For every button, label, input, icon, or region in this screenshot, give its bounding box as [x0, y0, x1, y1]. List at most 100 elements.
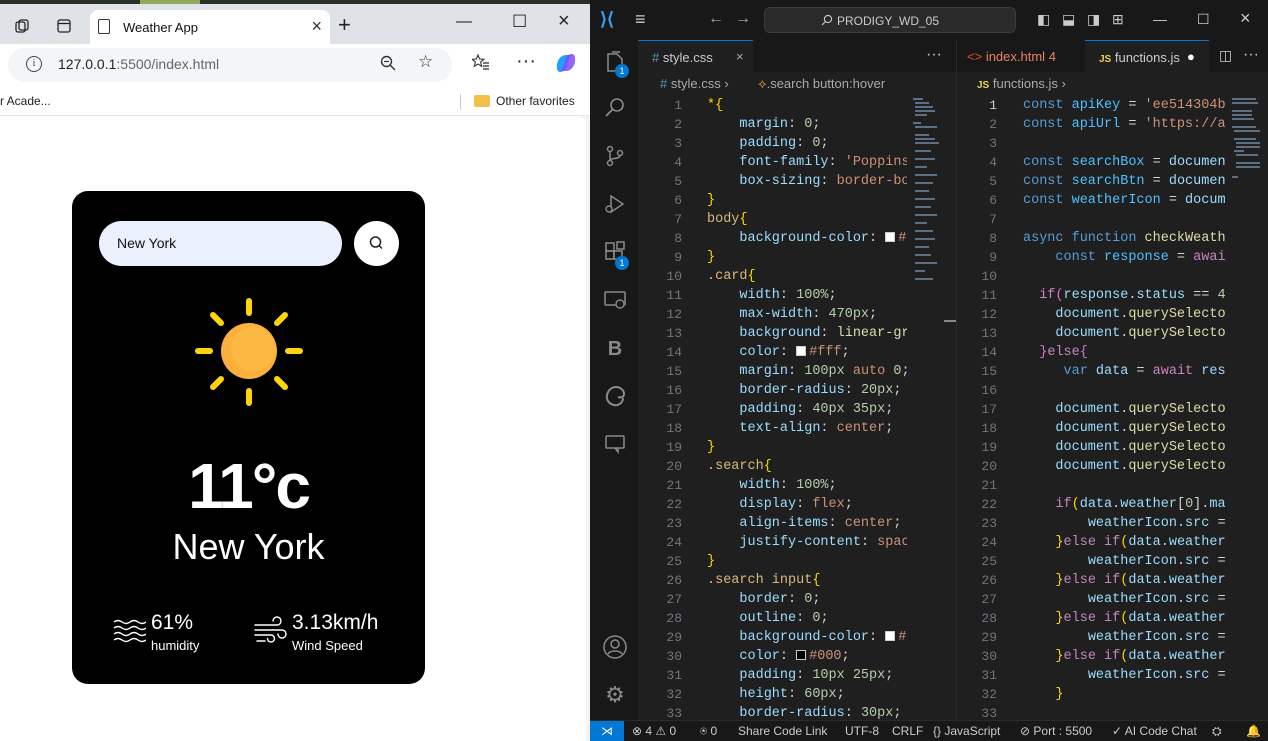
tab-actions-icon[interactable] — [50, 12, 78, 40]
maximize-button[interactable]: ☐ — [512, 12, 527, 32]
breadcrumb-file[interactable]: JS functions.js › — [977, 76, 1066, 91]
notifications-bell-icon[interactable]: 🔔 — [1246, 724, 1261, 738]
close-tab-icon[interactable]: × — [736, 49, 744, 64]
line-number: 6 — [674, 193, 682, 208]
line-number: 32 — [981, 687, 997, 702]
share-code-link[interactable]: Share Code Link — [738, 724, 827, 738]
line-number: 13 — [981, 326, 997, 341]
live-server-port[interactable]: ⊘ Port : 5500 — [1020, 724, 1092, 738]
css-code[interactable]: *{ margin: 0; padding: 0; font-family: '… — [707, 96, 907, 723]
ai-code-chat[interactable]: ✓ AI Code Chat — [1112, 724, 1197, 738]
tab-style-css[interactable]: # style.css × — [638, 40, 753, 72]
encoding[interactable]: UTF-8 — [845, 724, 879, 738]
code-line: .search{ — [707, 459, 772, 474]
code-line: .card{ — [707, 269, 756, 284]
source-control-icon[interactable] — [602, 144, 628, 170]
remote-indicator-icon[interactable]: ⋊ — [590, 721, 624, 741]
line-number: 11 — [666, 288, 682, 303]
close-window-button[interactable]: × — [1240, 8, 1251, 29]
line-number: 25 — [981, 554, 997, 569]
copilot-status-icon[interactable]: ⛭ — [1212, 724, 1222, 739]
color-swatch — [796, 346, 807, 356]
maximize-button[interactable]: ☐ — [1197, 11, 1210, 28]
favorites-icon[interactable] — [470, 53, 490, 75]
city-search-input[interactable]: New York — [99, 221, 342, 266]
unsaved-dot-icon[interactable]: ● — [1187, 49, 1195, 64]
tab-functions-js[interactable]: JS functions.js ● — [1085, 40, 1209, 72]
workspaces-icon[interactable] — [8, 12, 36, 40]
language-mode[interactable]: {} JavaScript — [933, 724, 1000, 738]
run-debug-icon[interactable] — [602, 192, 628, 218]
breadcrumb-selector[interactable]: ⟡.search button:hover — [758, 76, 885, 92]
url-field[interactable]: i 127.0.0.1:5500/index.html ☆ — [8, 48, 452, 82]
line-number: 18 — [666, 421, 682, 436]
minimize-button[interactable]: — — [1153, 11, 1167, 27]
line-number: 17 — [666, 402, 682, 417]
search-button[interactable] — [354, 221, 399, 266]
line-number: 6 — [989, 193, 997, 208]
back-icon[interactable]: ← — [708, 10, 724, 28]
humidity-value: 61% — [151, 611, 194, 634]
copilot-icon[interactable] — [554, 52, 578, 79]
line-number: 25 — [666, 554, 682, 569]
js-code[interactable]: const apiKey = 'ee514304bc const apiUrl =… — [1023, 96, 1225, 723]
split-editor-icon[interactable]: ◫ — [1219, 47, 1232, 64]
wind-label: Wind Speed — [292, 638, 363, 653]
breadcrumb-file[interactable]: # style.css › — [660, 76, 729, 91]
chat-icon[interactable] — [602, 432, 628, 458]
settings-gear-icon[interactable]: ⚙ — [602, 682, 628, 708]
line-endings[interactable]: CRLF — [892, 724, 923, 738]
tab-index-html[interactable]: <> index.html 4 — [957, 40, 1085, 72]
code-line: background-color: #f — [739, 630, 907, 645]
close-window-button[interactable]: × — [558, 10, 570, 33]
minimize-button[interactable]: — — [456, 13, 472, 31]
line-number: 26 — [981, 573, 997, 588]
line-number: 10 — [666, 269, 682, 284]
site-info-icon[interactable]: i — [26, 56, 42, 72]
wind-value: 3.13km/h — [292, 611, 379, 634]
favorite-star-icon[interactable]: ☆ — [418, 52, 433, 72]
more-actions-icon[interactable]: ··· — [926, 46, 942, 64]
code-line: document.querySelector — [1055, 421, 1225, 436]
code-line: padding: 40px 35px; — [739, 402, 894, 417]
line-number: 27 — [981, 592, 997, 607]
tab-label: index.html — [985, 49, 1046, 64]
account-icon[interactable] — [602, 634, 628, 660]
bootstrap-icon[interactable]: B — [602, 336, 628, 362]
code-line: weatherIcon.src = — [1087, 554, 1225, 569]
scrollbar-indicator[interactable] — [944, 320, 956, 322]
vscode-logo-icon: ⟩⟨ — [600, 9, 615, 29]
minimap[interactable] — [912, 96, 942, 286]
zoom-icon[interactable] — [380, 55, 396, 76]
remote-explorer-icon[interactable] — [602, 288, 628, 314]
line-number: 16 — [981, 383, 997, 398]
ports-indicator[interactable]: ⍟ 0 — [700, 724, 717, 739]
toggle-panel-icon[interactable]: ⬓ — [1062, 11, 1075, 28]
line-number: 23 — [666, 516, 682, 531]
js-file-icon: JS — [1099, 54, 1112, 65]
problems-indicator[interactable]: ⊗ 4 ⚠ 0 — [632, 724, 676, 738]
tab-weather-app[interactable]: Weather App × — [90, 10, 330, 46]
menu-icon[interactable]: ≡ — [635, 9, 646, 30]
code-line: document.querySelector — [1055, 440, 1225, 455]
more-actions-icon[interactable]: ··· — [1243, 46, 1259, 64]
line-number: 4 — [674, 155, 682, 170]
more-options-icon[interactable]: ··· — [516, 50, 536, 73]
folder-icon — [474, 95, 490, 107]
other-favorites[interactable]: Other favorites — [496, 94, 575, 108]
toggle-sidebar-icon[interactable]: ◧ — [1037, 11, 1050, 28]
code-line: align-items: center; — [739, 516, 902, 531]
vscode-window: ⟩⟨ ≡ ← → PRODIGY_WD_05 ◧ ⬓ ◨ ⊞ — ☐ × 1 1… — [590, 0, 1268, 741]
search-icon[interactable] — [602, 96, 628, 122]
forward-icon[interactable]: → — [735, 10, 751, 28]
command-center[interactable]: PRODIGY_WD_05 — [764, 7, 1016, 33]
close-tab-icon[interactable]: × — [311, 16, 322, 37]
favorite-item[interactable]: r Acade... — [0, 94, 51, 108]
new-tab-button[interactable]: + — [338, 14, 351, 36]
toggle-secondary-sidebar-icon[interactable]: ◨ — [1087, 11, 1100, 28]
minimap[interactable] — [1231, 96, 1261, 186]
edge-devtools-icon[interactable] — [602, 384, 628, 410]
browser-tab-bar: Weather App × + — ☐ × — [0, 4, 590, 46]
customize-layout-icon[interactable]: ⊞ — [1112, 11, 1124, 28]
line-number: 22 — [981, 497, 997, 512]
